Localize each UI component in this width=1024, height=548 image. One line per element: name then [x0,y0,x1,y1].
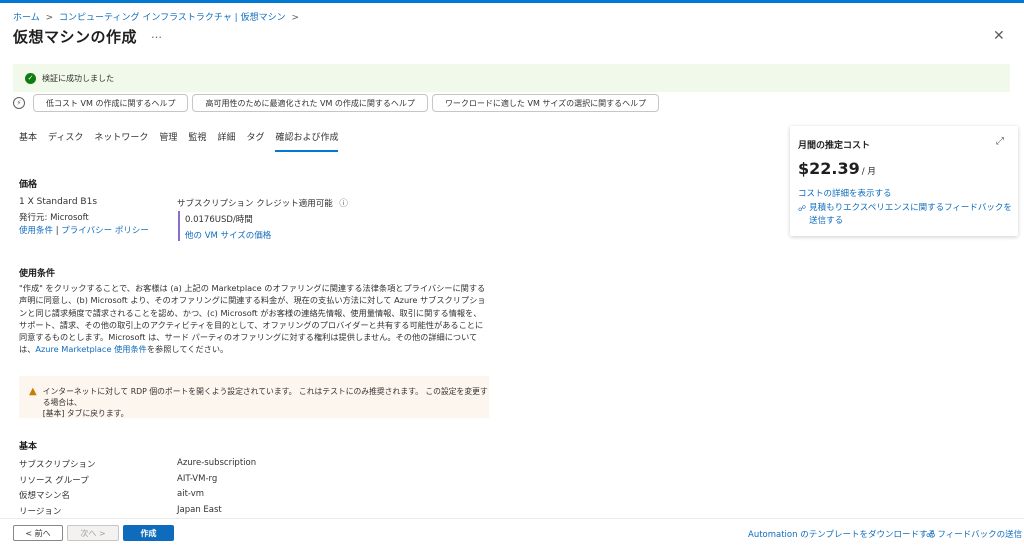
validation-success-banner: ✓ 検証に成功しました [13,64,1010,92]
cost-amount-value: $22.39 [798,159,860,178]
breadcrumb-parent[interactable]: コンピューティング インフラストラクチャ | 仮想マシン [59,13,286,23]
cost-amount: $22.39/ 月 [798,159,876,178]
feedback-icon: ☍ [798,204,807,213]
breadcrumb: ホーム > コンピューティング インフラストラクチャ | 仮想マシン > [13,10,302,23]
previous-button[interactable]: < 前へ [13,525,63,541]
next-button[interactable]: 次へ > [67,525,119,541]
send-feedback-text: フィードバックの送信 [937,530,1023,540]
vm-name-label: 仮想マシン名 [19,491,71,501]
info-icon[interactable]: ⓘ [339,199,348,209]
tab-review-create[interactable]: 確認および作成 [275,130,339,152]
warning-line1: インターネットに対して RDP 個のポートを開くよう設定されています。 これはテ… [42,387,488,407]
feedback-icon: ☍ [926,530,935,540]
region-label: リージョン [19,507,62,517]
terms-of-use-link[interactable]: 使用条件 [19,226,53,236]
cost-details-link[interactable]: コストの詳細を表示する [798,187,892,199]
check-circle-icon: ✓ [25,72,36,84]
credit-eligible-label: サブスクリプション クレジット適用可能 ⓘ [177,197,348,209]
cost-card-title: 月間の推定コスト [798,141,871,151]
help-low-cost-vm[interactable]: 低コスト VM の作成に関するヘルプ [33,94,189,112]
wizard-tabs: 基本 ディスク ネットワーク 管理 監視 詳細 タグ 確認および作成 [19,130,349,152]
terms-body: "作成" をクリックすることで、お客様は (a) 上記の Marketplace… [19,282,489,356]
warning-line2: [基本] タブに戻ります。 [42,409,129,418]
tab-management[interactable]: 管理 [159,130,177,152]
validation-success-text: 検証に成功しました [42,73,114,83]
tab-advanced[interactable]: 詳細 [217,130,235,152]
cost-feedback: ☍ 見積もりエクスペリエンスに関するフィードバックを送信する [798,202,1013,228]
more-options-icon[interactable]: … [151,28,162,41]
tab-disks[interactable]: ディスク [48,130,83,152]
price-rate: 0.0176USD/時間 [185,215,253,225]
help-icon: ⚡ [13,97,25,109]
tab-basics[interactable]: 基本 [19,130,37,152]
resource-group-value: AIT-VM-rg [177,474,218,484]
resource-group-label: リソース グループ [19,476,89,486]
close-icon[interactable]: ✕ [993,28,1005,44]
monthly-cost-card: 月間の推定コスト ⤢ $22.39/ 月 コストの詳細を表示する ☍ 見積もりエ… [790,126,1018,236]
estimate-feedback-link[interactable]: 見積もりエクスペリエンスに関するフィードバックを送信する [809,202,1013,228]
download-template-link[interactable]: Automation のテンプレートをダウンロードする [748,528,936,540]
help-links-row: ⚡ 低コスト VM の作成に関するヘルプ 高可用性のために最適化された VM の… [13,94,660,112]
footer-bar: < 前へ 次へ > 作成 Automation のテンプレートをダウンロードする… [0,518,1024,548]
breadcrumb-separator: > [291,13,299,23]
rdp-warning-banner: ▲ インターネットに対して RDP 個のポートを開くよう設定されています。 これ… [19,376,489,418]
send-feedback-link[interactable]: ☍ フィードバックの送信 [926,528,1022,540]
price-rate-block: 0.0176USD/時間 他の VM サイズの価格 [178,211,271,241]
price-links: 使用条件 | プライバシー ポリシー [19,224,149,236]
price-heading: 価格 [19,180,38,190]
price-publisher: 発行元: Microsoft [19,213,89,223]
create-button[interactable]: 作成 [123,525,174,541]
vm-name-value: ait-vm [177,489,205,499]
basics-heading: 基本 [19,442,38,452]
breadcrumb-separator: > [45,13,54,23]
top-accent-bar [0,0,1024,3]
breadcrumb-home[interactable]: ホーム [13,13,40,23]
tab-monitoring[interactable]: 監視 [188,130,206,152]
help-vm-size[interactable]: ワークロードに適した VM サイズの選択に関するヘルプ [431,94,660,112]
help-high-availability-vm[interactable]: 高可用性のために最適化された VM の作成に関するヘルプ [192,94,428,112]
region-value: Japan East [177,505,222,515]
tab-tags[interactable]: タグ [246,130,264,152]
warning-icon: ▲ [29,386,37,397]
cost-amount-unit: / 月 [861,167,876,177]
azure-marketplace-terms-link[interactable]: Azure Marketplace 使用条件 [35,344,146,354]
tab-networking[interactable]: ネットワーク [94,130,148,152]
other-vm-sizes-price-link[interactable]: 他の VM サイズの価格 [185,229,271,241]
subscription-label: サブスクリプション [19,460,96,470]
subscription-value: Azure-subscription [177,458,257,468]
page-title: 仮想マシンの作成 [13,28,138,46]
price-sku: 1 X Standard B1s [19,197,98,207]
credit-eligible-text: サブスクリプション クレジット適用可能 [177,199,333,209]
terms-heading: 使用条件 [19,269,56,279]
privacy-policy-link[interactable]: プライバシー ポリシー [61,226,149,236]
expand-icon[interactable]: ⤢ [996,136,1004,147]
link-separator: | [55,226,59,236]
terms-suffix: を参照してください。 [146,344,229,355]
